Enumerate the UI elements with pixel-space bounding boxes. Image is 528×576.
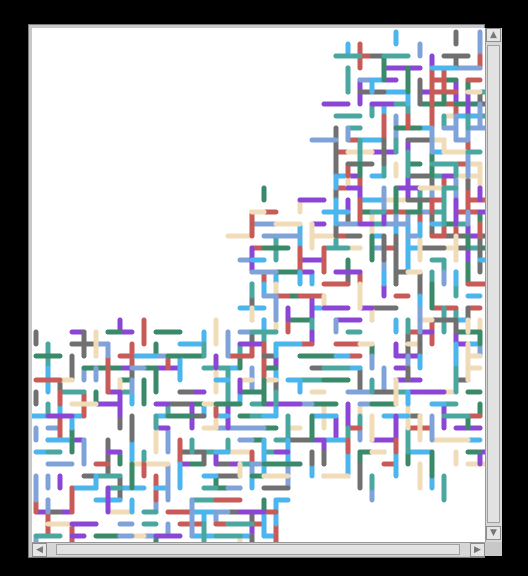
scrollbar-corner xyxy=(485,542,502,556)
vertical-scroll-thumb[interactable] xyxy=(487,45,500,523)
drawing-canvas[interactable] xyxy=(32,28,485,542)
arrow-right-icon[interactable]: ▶ xyxy=(470,543,485,557)
canvas-window: ▲ ▼ ◀ ▶ xyxy=(28,24,502,558)
horizontal-scroll-thumb[interactable] xyxy=(56,544,460,555)
arrow-up-icon[interactable]: ▲ xyxy=(486,28,501,42)
horizontal-scrollbar[interactable]: ◀ ▶ xyxy=(32,542,485,557)
random-walk-drawing xyxy=(32,29,485,542)
arrow-left-icon[interactable]: ◀ xyxy=(32,543,47,557)
vertical-scrollbar[interactable]: ▲ ▼ xyxy=(485,28,502,542)
arrow-down-icon[interactable]: ▼ xyxy=(486,526,501,540)
